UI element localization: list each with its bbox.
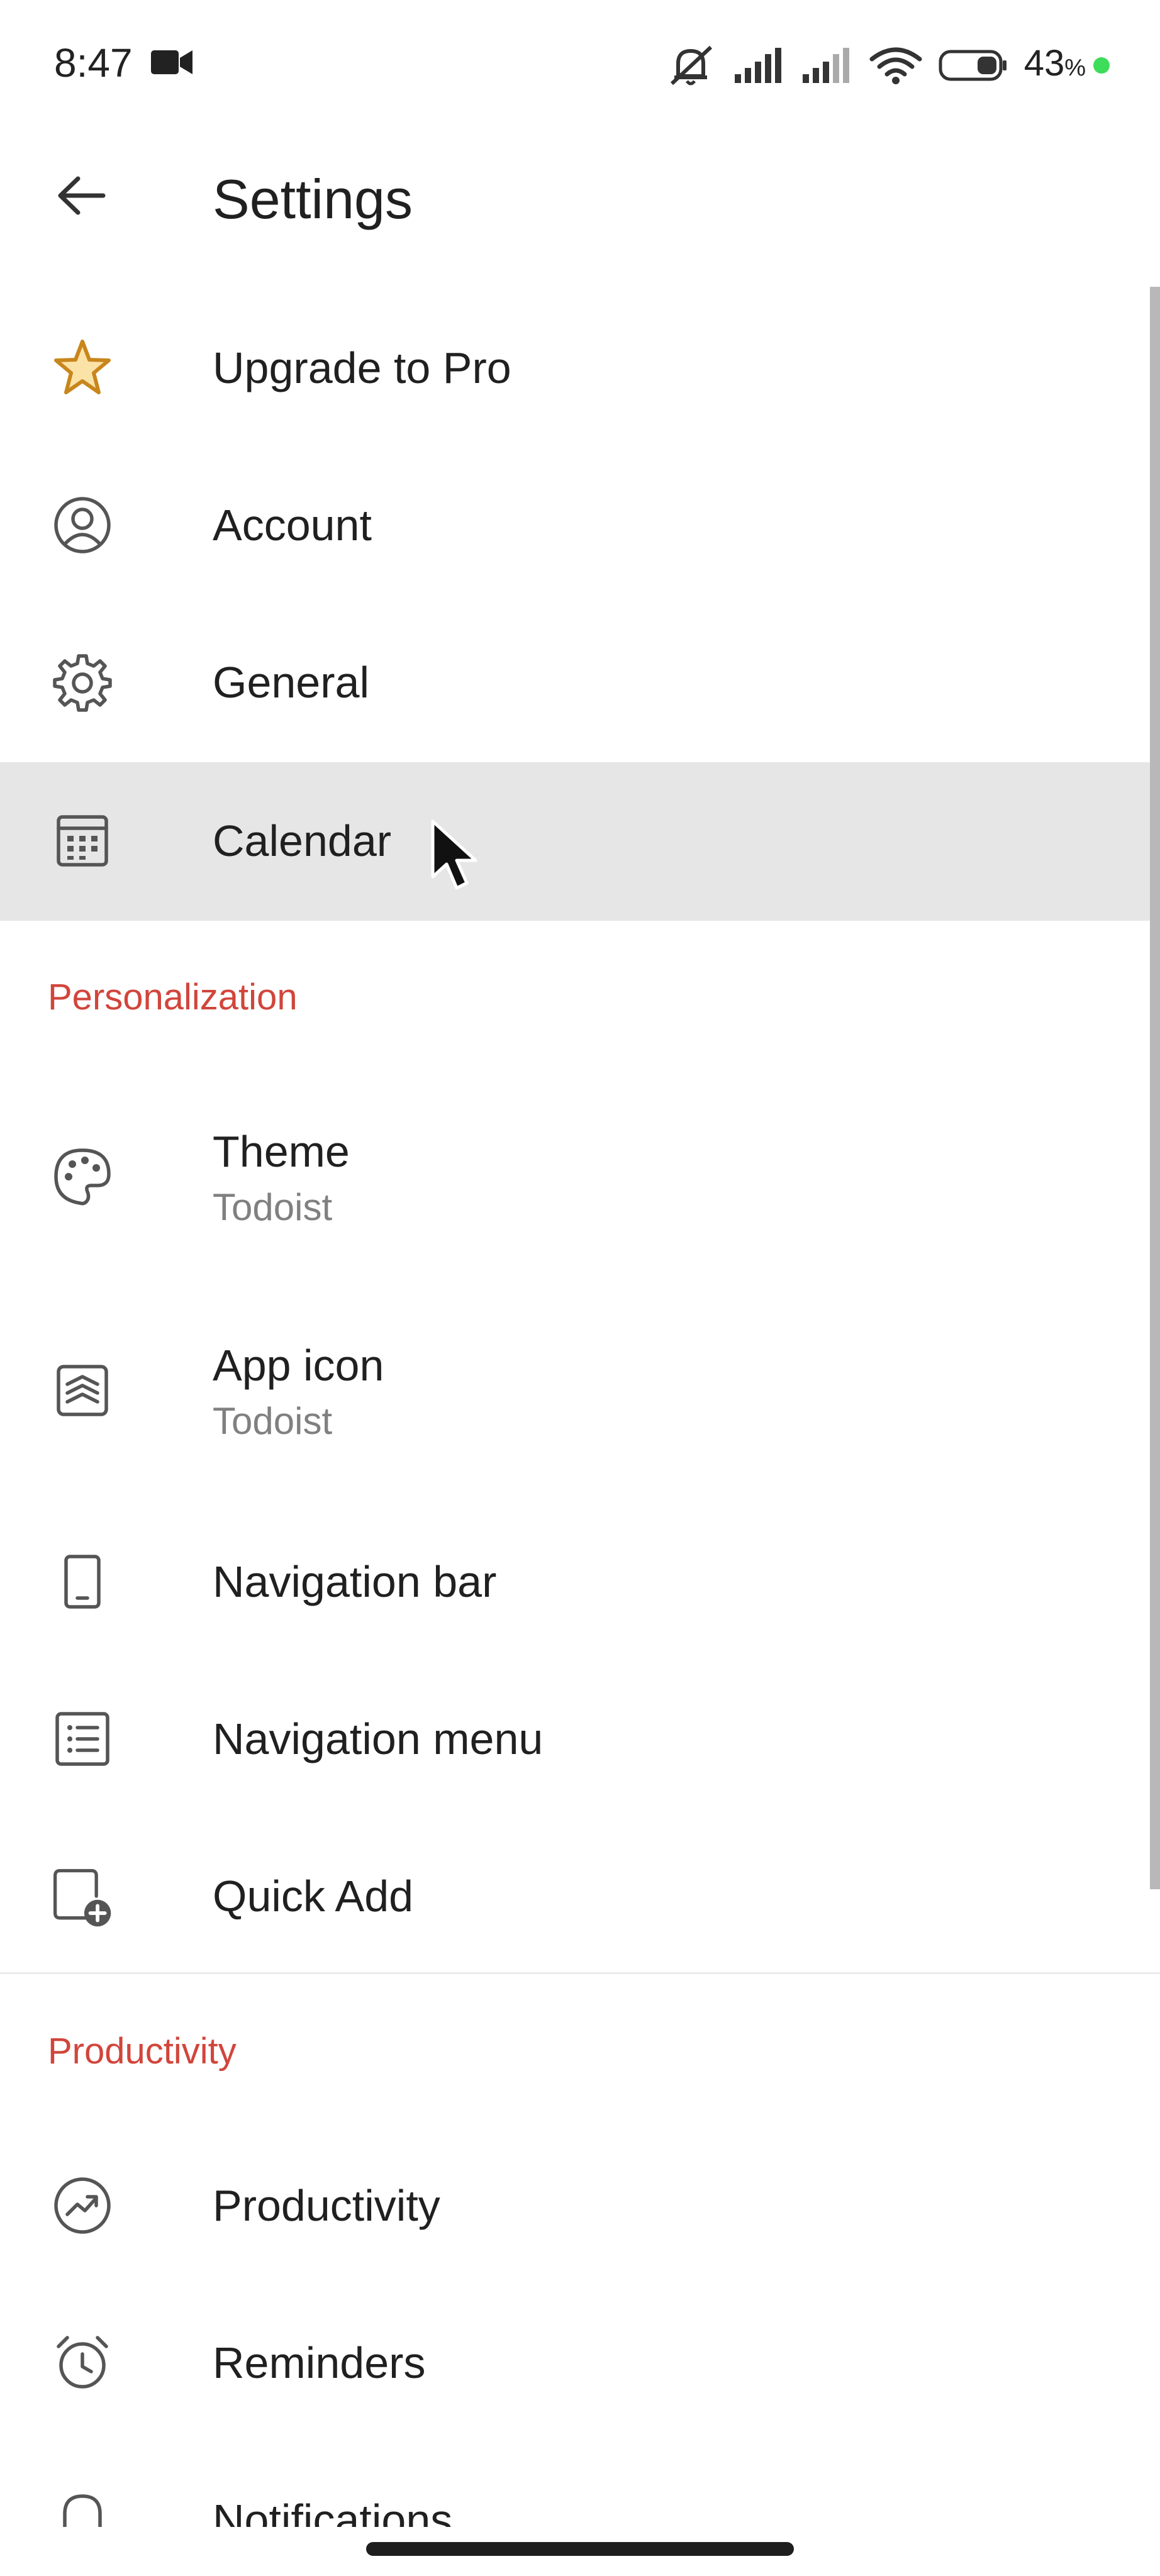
trend-icon	[49, 2172, 116, 2239]
quick-add-icon	[49, 1863, 116, 1929]
settings-item-label: Productivity	[213, 2181, 440, 2230]
settings-item-account[interactable]: Account	[0, 447, 1151, 604]
scrollbar[interactable]	[1150, 287, 1160, 1889]
settings-item-reminders[interactable]: Reminders	[0, 2284, 1151, 2441]
section-header-personalization: Personalization	[48, 977, 298, 1018]
mouse-cursor-icon	[431, 819, 477, 890]
section-header-productivity: Productivity	[48, 2031, 237, 2072]
settings-item-app-icon[interactable]: App icon Todoist	[0, 1283, 1151, 1497]
gear-icon	[49, 649, 116, 716]
video-camera-icon	[151, 50, 192, 74]
phone-icon	[49, 1548, 116, 1615]
settings-item-notifications[interactable]: Notifications	[0, 2441, 1151, 2536]
settings-item-productivity[interactable]: Productivity	[0, 2127, 1151, 2284]
app-bar: Settings	[0, 126, 1160, 264]
battery-percent: 43%	[1023, 42, 1086, 84]
settings-item-calendar[interactable]: Calendar	[0, 762, 1151, 921]
settings-item-label: Navigation bar	[213, 1557, 497, 1606]
alarm-icon	[49, 2329, 116, 2396]
account-circle-icon	[49, 492, 116, 558]
mute-icon	[670, 45, 712, 86]
privacy-indicator-dot	[1093, 57, 1110, 74]
palette-icon	[49, 1143, 116, 1210]
arrow-left-icon	[58, 176, 106, 215]
calendar-icon	[49, 808, 116, 874]
settings-item-general[interactable]: General	[0, 604, 1151, 761]
signal-icon	[802, 48, 849, 83]
status-time: 8:47	[54, 40, 133, 86]
settings-item-label: Upgrade to Pro	[213, 343, 511, 392]
settings-item-label: Theme	[213, 1127, 350, 1176]
battery-icon	[939, 50, 1007, 81]
settings-item-label: Calendar	[213, 816, 392, 865]
settings-item-label: General	[213, 658, 370, 707]
status-bar: 8:47 43%	[0, 0, 1160, 126]
settings-item-label: Navigation menu	[213, 1714, 544, 1763]
settings-item-value: Todoist	[213, 1186, 333, 1228]
settings-item-navigation-bar[interactable]: Navigation bar	[0, 1503, 1151, 1660]
settings-screen: 8:47 43% Settings Upgrade to Pro Account…	[0, 0, 1160, 2576]
list-icon	[49, 1706, 116, 1772]
star-icon	[49, 335, 116, 401]
settings-item-value: Todoist	[213, 1400, 333, 1442]
page-title: Settings	[213, 168, 413, 230]
wifi-icon	[869, 47, 922, 84]
settings-item-navigation-menu[interactable]: Navigation menu	[0, 1660, 1151, 1818]
status-icons: 43%	[666, 40, 1110, 91]
settings-item-quick-add[interactable]: Quick Add	[0, 1818, 1151, 1975]
settings-item-label: App icon	[213, 1341, 384, 1390]
settings-item-label: Quick Add	[213, 1872, 414, 1921]
settings-item-upgrade-to-pro[interactable]: Upgrade to Pro	[0, 289, 1151, 447]
back-button[interactable]	[44, 161, 120, 230]
settings-item-label: Account	[213, 501, 372, 550]
settings-item-label: Reminders	[213, 2338, 426, 2387]
gesture-navigation-bar[interactable]	[366, 2542, 794, 2556]
settings-item-theme[interactable]: Theme Todoist	[0, 1069, 1151, 1283]
app-icon-icon	[49, 1357, 116, 1424]
section-divider	[0, 1972, 1160, 1974]
signal-icon	[734, 48, 781, 83]
